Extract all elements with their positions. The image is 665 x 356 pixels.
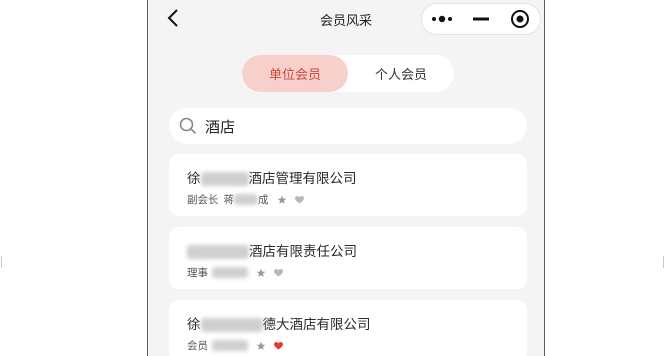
member-role: 副会长 (187, 194, 219, 206)
company-name-suffix: 酒店管理有限公司 (248, 171, 357, 187)
company-name: 酒店有限责任公司 (187, 240, 357, 260)
tab-unit-members[interactable]: 单位会员 (242, 55, 348, 92)
search-icon (179, 117, 197, 135)
member-meta: 会员 (187, 338, 283, 353)
member-card[interactable]: 徐 酒店管理有限公司 副会长 蒋 成 (169, 154, 527, 216)
close-button[interactable] (501, 4, 540, 34)
more-button[interactable] (422, 4, 461, 34)
heart-icon[interactable] (274, 268, 283, 277)
more-dots-icon (431, 15, 452, 23)
company-name-prefix: 徐 (187, 317, 201, 333)
star-icon (256, 341, 266, 351)
minimize-button[interactable] (461, 4, 500, 34)
search-bar (169, 108, 527, 144)
member-card[interactable]: 酒店有限责任公司 理事 (169, 227, 527, 289)
member-meta: 理事 (187, 265, 283, 280)
member-meta: 副会长 蒋 成 (187, 192, 304, 207)
company-name-suffix: 酒店有限责任公司 (249, 244, 357, 260)
left-edge-marker (1, 256, 2, 268)
star-icon (256, 268, 266, 278)
contact-name-prefix: 蒋 (223, 194, 235, 206)
target-circle-icon (511, 10, 530, 28)
member-role: 理事 (187, 267, 208, 279)
redacted-text (200, 318, 263, 332)
phone-frame: 会员风采 单位会员 个人会员 酒店 徐 酒店管理有限公司 副会长 蒋 成 酒店有… (147, 0, 545, 356)
redacted-text (200, 172, 249, 186)
minus-icon (472, 17, 489, 21)
company-name-suffix: 德大酒店有限公司 (262, 317, 371, 333)
redacted-text (212, 340, 248, 351)
redacted-text (212, 267, 248, 278)
right-edge-marker (663, 256, 664, 268)
company-name-prefix: 徐 (187, 171, 201, 187)
member-role: 会员 (187, 340, 208, 352)
heart-icon[interactable] (294, 195, 304, 204)
navbar: 会员风采 (148, 0, 544, 38)
contact-name-suffix: 成 (258, 194, 269, 206)
redacted-text (234, 194, 258, 205)
mini-program-capsule (421, 3, 541, 35)
star-icon (277, 195, 287, 205)
member-type-tabs: 单位会员 个人会员 (242, 55, 454, 92)
member-card[interactable]: 徐 德大酒店有限公司 会员 (169, 300, 527, 356)
redacted-text (187, 245, 249, 259)
company-name: 徐 德大酒店有限公司 (187, 313, 371, 333)
tab-individual-members[interactable]: 个人会员 (348, 55, 454, 92)
company-name: 徐 酒店管理有限公司 (187, 167, 357, 187)
heart-icon[interactable] (274, 341, 283, 350)
search-input[interactable] (205, 117, 505, 135)
